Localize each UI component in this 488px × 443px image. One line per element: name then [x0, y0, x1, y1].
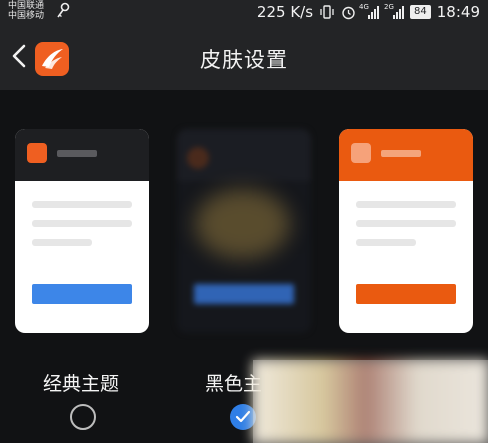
theme-label-classic: 经典主题: [43, 373, 120, 395]
vibrate-icon: [320, 5, 334, 19]
battery-icon: 84: [410, 5, 431, 19]
alarm-icon: [342, 6, 355, 19]
network-speed: 225 K/s: [256, 3, 314, 21]
preview-button: [194, 284, 294, 304]
header: 皮肤设置: [0, 24, 488, 90]
theme-card-classic[interactable]: [15, 129, 149, 333]
signal-2-icon: 2G: [384, 3, 405, 19]
preview-line: [356, 239, 416, 246]
preview-line: [32, 220, 132, 227]
theme-card-orange[interactable]: [339, 129, 473, 333]
mini-logo-icon: [187, 147, 209, 169]
preview-line: [32, 239, 92, 246]
preview-button: [32, 284, 132, 304]
preview-line: [356, 201, 456, 208]
carrier-1: 中国联通: [8, 1, 45, 11]
mini-title-bar: [57, 150, 97, 157]
mini-logo-icon: [351, 143, 371, 163]
key-icon: [57, 2, 70, 18]
obscured-region-overlay: [253, 360, 488, 443]
preview-line: [32, 201, 132, 208]
mini-logo-icon: [27, 143, 47, 163]
preview-button: [356, 284, 456, 304]
signal-1-icon: 4G: [359, 3, 380, 19]
page-title: 皮肤设置: [200, 48, 288, 72]
preview-glow: [195, 189, 290, 259]
carrier-2: 中国移动: [8, 11, 45, 21]
preview-line: [356, 220, 456, 227]
mini-title-bar: [381, 150, 421, 157]
theme-card-black[interactable]: [177, 129, 311, 333]
checkmark-icon: [235, 410, 251, 423]
radio-classic[interactable]: [70, 404, 96, 430]
carrier-info: 中国联通 中国移动: [8, 1, 44, 21]
clock: 18:49: [436, 3, 480, 21]
status-bar: 中国联通 中国移动 225 K/s 4G 2G 84 18:49: [0, 0, 488, 24]
